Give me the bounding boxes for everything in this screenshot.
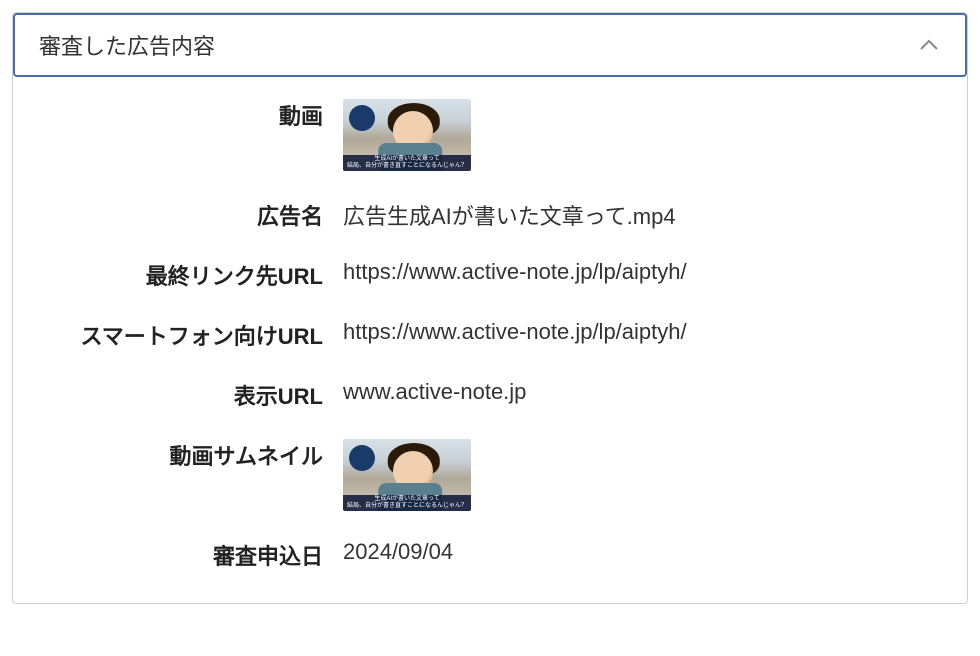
field-label: 動画サムネイル bbox=[13, 437, 343, 471]
field-row-mobile-url: スマートフォン向けURL https://www.active-note.jp/… bbox=[13, 317, 967, 351]
field-row-display-url: 表示URL www.active-note.jp bbox=[13, 377, 967, 411]
field-value: 生成AIが書いた文章って 結局、自分が書き直すことになるんじゃん？ bbox=[343, 437, 967, 511]
video-caption: 生成AIが書いた文章って 結局、自分が書き直すことになるんじゃん？ bbox=[343, 155, 471, 171]
field-value: https://www.active-note.jp/lp/aiptyh/ bbox=[343, 317, 967, 345]
field-value: 生成AIが書いた文章って 結局、自分が書き直すことになるんじゃん？ bbox=[343, 97, 967, 171]
panel-header-toggle[interactable]: 審査した広告内容 bbox=[13, 13, 967, 77]
field-row-thumbnail: 動画サムネイル 生成AIが書いた文章って 結局、自分が書き直すことになるんじゃん… bbox=[13, 437, 967, 511]
field-label: 表示URL bbox=[13, 377, 343, 411]
field-value: 2024/09/04 bbox=[343, 537, 967, 565]
field-value: 広告生成AIが書いた文章って.mp4 bbox=[343, 197, 967, 231]
field-label: 審査申込日 bbox=[13, 537, 343, 571]
chevron-up-icon bbox=[917, 33, 941, 57]
thumbnail-caption: 生成AIが書いた文章って 結局、自分が書き直すことになるんじゃん？ bbox=[343, 495, 471, 511]
field-row-ad-name: 広告名 広告生成AIが書いた文章って.mp4 bbox=[13, 197, 967, 231]
field-row-review-date: 審査申込日 2024/09/04 bbox=[13, 537, 967, 571]
field-label: スマートフォン向けURL bbox=[13, 317, 343, 351]
ad-review-panel: 審査した広告内容 動画 生成AIが書いた文章って 結局、自分が書き直すことになる… bbox=[12, 12, 968, 604]
field-label: 最終リンク先URL bbox=[13, 257, 343, 291]
field-label: 動画 bbox=[13, 97, 343, 131]
field-label: 広告名 bbox=[13, 197, 343, 231]
panel-title: 審査した広告内容 bbox=[39, 29, 215, 61]
field-value: https://www.active-note.jp/lp/aiptyh/ bbox=[343, 257, 967, 285]
field-row-final-url: 最終リンク先URL https://www.active-note.jp/lp/… bbox=[13, 257, 967, 291]
field-value: www.active-note.jp bbox=[343, 377, 967, 405]
video-thumbnail-image[interactable]: 生成AIが書いた文章って 結局、自分が書き直すことになるんじゃん？ bbox=[343, 439, 471, 511]
panel-body: 動画 生成AIが書いた文章って 結局、自分が書き直すことになるんじゃん？ 広告名… bbox=[13, 77, 967, 603]
field-row-video: 動画 生成AIが書いた文章って 結局、自分が書き直すことになるんじゃん？ bbox=[13, 97, 967, 171]
video-thumbnail[interactable]: 生成AIが書いた文章って 結局、自分が書き直すことになるんじゃん？ bbox=[343, 99, 471, 171]
